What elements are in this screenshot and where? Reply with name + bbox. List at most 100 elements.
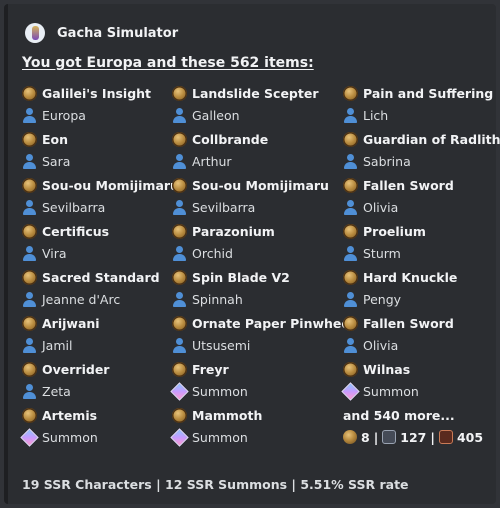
character-name: Utsusemi [192, 337, 251, 353]
item-entry: Parazonium Orchid [172, 221, 332, 263]
item-entry: Arijwani Jamil [22, 313, 182, 355]
character-icon [343, 107, 358, 123]
item-entry: Sou-ou Momijimaru Sevilbarra [172, 175, 332, 217]
character-icon [22, 383, 37, 399]
rarity-counts: 8 | 127 | 405 [343, 427, 500, 447]
summary-footer: 19 SSR Characters | 12 SSR Summons | 5.5… [22, 477, 409, 492]
weapon-name: Landslide Scepter [192, 85, 319, 101]
sword-icon [31, 26, 39, 40]
character-name: Sturm [363, 245, 401, 261]
item-entry: Sacred Standard Jeanne d'Arc [22, 267, 182, 309]
result-title: You got Europa and these 562 items: [22, 55, 314, 71]
sr-icon [438, 430, 453, 444]
weapon-name: Collbrande [192, 131, 269, 147]
weapon-name: Freyr [192, 361, 229, 377]
weapon-name: Overrider [42, 361, 110, 377]
ssr-icon [382, 430, 397, 444]
item-entry: Mammoth Summon [170, 405, 332, 447]
character-icon [22, 199, 37, 215]
app-avatar[interactable] [25, 23, 45, 43]
character-icon [22, 337, 37, 353]
weapon-name: Artemis [42, 407, 98, 423]
character-icon [172, 107, 187, 123]
weapon-icon [22, 361, 37, 377]
character-icon [22, 107, 37, 123]
character-name: Europa [42, 107, 86, 123]
weapon-name: Hard Knuckle [363, 269, 458, 285]
weapon-icon [172, 85, 187, 101]
character-name: Pengy [363, 291, 402, 307]
separator: | [430, 429, 435, 445]
summon-icon [170, 381, 189, 401]
weapon-name: Sou-ou Momijimaru [42, 177, 179, 193]
item-entry: Hard Knuckle Pengy [343, 267, 500, 309]
summon-icon [341, 381, 360, 401]
item-entry: Eon Sara [22, 129, 182, 171]
weapon-icon [343, 131, 358, 147]
item-entry: Spin Blade V2 Spinnah [172, 267, 332, 309]
weapon-icon [172, 315, 187, 331]
count-value: 127 [400, 429, 427, 445]
weapon-icon [22, 131, 37, 147]
item-entry: Wilnas Summon [341, 359, 500, 401]
summon-label: Summon [42, 429, 98, 445]
character-name: Olivia [363, 199, 399, 215]
weapon-name: Sacred Standard [42, 269, 160, 285]
separator: | [373, 429, 379, 445]
item-entry: Artemis Summon [20, 405, 182, 447]
item-entry: Proelium Sturm [343, 221, 500, 263]
summon-icon [170, 427, 189, 447]
character-icon [172, 245, 187, 261]
weapon-icon [22, 177, 37, 193]
weapon-icon [343, 315, 358, 331]
weapon-name: Certificus [42, 223, 110, 239]
character-name: Olivia [363, 337, 399, 353]
gold-weapon-icon [343, 430, 357, 444]
character-icon [172, 337, 187, 353]
character-icon [343, 337, 358, 353]
item-entry: Pain and Suffering Lich [343, 83, 500, 125]
character-icon [343, 245, 358, 261]
weapon-icon [172, 269, 187, 285]
item-entry: Ornate Paper Pinwheel Utsusemi [172, 313, 354, 355]
character-name: Sabrina [363, 153, 411, 169]
character-name: Vira [42, 245, 67, 261]
weapon-name: Proelium [363, 223, 426, 239]
weapon-icon [343, 223, 358, 239]
embed-header: Gacha Simulator [25, 21, 178, 45]
item-entry: Fallen Sword Olivia [343, 175, 500, 217]
character-name: Sevilbarra [42, 199, 106, 215]
weapon-icon [22, 269, 37, 285]
app-name[interactable]: Gacha Simulator [57, 26, 178, 41]
weapon-icon [343, 269, 358, 285]
character-name: Sevilbarra [192, 199, 256, 215]
item-entry: Landslide Scepter Galleon [172, 83, 332, 125]
summon-label: Summon [192, 383, 248, 399]
weapon-icon [172, 177, 187, 193]
character-name: Galleon [192, 107, 240, 123]
weapon-name: Fallen Sword [363, 177, 454, 193]
count-value: 8 [361, 429, 370, 445]
weapon-name: Arijwani [42, 315, 100, 331]
weapon-icon [172, 407, 187, 423]
character-icon [22, 291, 37, 307]
character-name: Zeta [42, 383, 71, 399]
character-name: Lich [363, 107, 389, 123]
character-icon [172, 291, 187, 307]
item-entry: Freyr Summon [170, 359, 332, 401]
weapon-icon [343, 85, 358, 101]
character-icon [172, 199, 187, 215]
weapon-name: Fallen Sword [363, 315, 454, 331]
weapon-icon [172, 223, 187, 239]
weapon-name: Spin Blade V2 [192, 269, 290, 285]
weapon-icon [22, 315, 37, 331]
weapon-icon [22, 223, 37, 239]
weapon-name: Parazonium [192, 223, 275, 239]
weapon-icon [22, 407, 37, 423]
weapon-name: Sou-ou Momijimaru [192, 177, 329, 193]
character-icon [343, 153, 358, 169]
character-name: Orchid [192, 245, 233, 261]
summon-label: Summon [192, 429, 248, 445]
item-entry: Sou-ou Momijimaru Sevilbarra [22, 175, 182, 217]
weapon-name: Guardian of Radlith [363, 131, 500, 147]
